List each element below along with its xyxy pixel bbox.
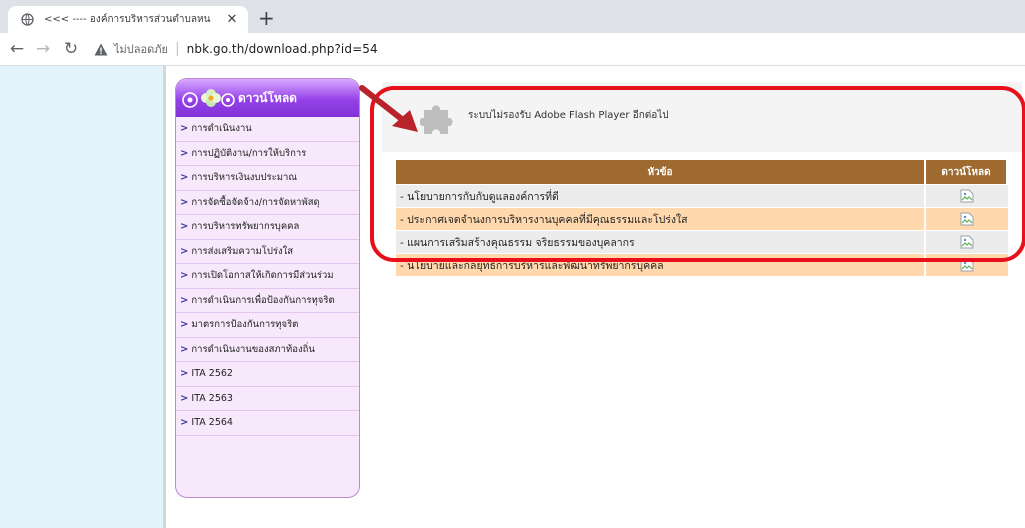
left-background-panel — [0, 66, 163, 528]
sidebar-item-label: การจัดซื้อจัดจ้าง/การจัดหาพัสดุ — [191, 196, 320, 208]
row-title: - นโยบายการกับกับดูแลองค์การที่ดี — [396, 185, 926, 207]
sidebar-item-local-council[interactable]: > การดำเนินงานของสภาท้องถิ่น — [176, 338, 359, 362]
download-table: หัวข้อ ดาวน์โหลด - นโยบายการกับกับดูแลอง… — [396, 159, 1008, 277]
chevron-right-icon: > — [180, 343, 189, 355]
browser-tab-strip: <<< ---- องค์การบริหารส่วนตำบลหน ✕ + — [0, 0, 1025, 33]
back-arrow-icon[interactable]: ← — [6, 38, 28, 60]
sidebar-item-anti-corruption-measures[interactable]: > มาตรการป้องกันการทุจริต — [176, 313, 359, 338]
sidebar-item-label: ITA 2563 — [191, 392, 233, 404]
broken-image-icon[interactable] — [960, 258, 974, 272]
sidebar-item-ita-2563[interactable]: > ITA 2563 — [176, 387, 359, 411]
browser-tab[interactable]: <<< ---- องค์การบริหารส่วนตำบลหน ✕ — [8, 6, 248, 33]
security-label[interactable]: ไม่ปลอดภัย — [114, 40, 168, 58]
sidebar-item-procurement[interactable]: > การจัดซื้อจัดจ้าง/การจัดหาพัสดุ — [176, 191, 359, 215]
sidebar-item-label: การดำเนินการเพื่อป้องกันการทุจริต — [191, 294, 335, 306]
column-header-title: หัวข้อ — [396, 160, 926, 184]
new-tab-icon[interactable]: + — [258, 8, 275, 28]
address-bar[interactable]: ไม่ปลอดภัย | nbk.go.th/download.php?id=5… — [94, 37, 378, 61]
sidebar-item-ita-2562[interactable]: > ITA 2562 — [176, 362, 359, 387]
chevron-right-icon: > — [180, 196, 189, 208]
chevron-right-icon: > — [180, 147, 189, 159]
sidebar-item-label: การบริหารเงินงบประมาณ — [191, 172, 298, 184]
sidebar-item-label: ITA 2564 — [191, 417, 233, 429]
url-text[interactable]: nbk.go.th/download.php?id=54 — [187, 42, 378, 56]
warning-icon[interactable] — [94, 43, 108, 56]
chevron-right-icon: > — [180, 172, 189, 184]
sidebar-item-label: การปฏิบัติงาน/การให้บริการ — [191, 147, 307, 159]
chevron-right-icon: > — [180, 270, 189, 282]
close-tab-icon[interactable]: ✕ — [224, 12, 240, 27]
table-row: - แผนการเสริมสร้างคุณธรรม จริยธรรมของบุค… — [396, 231, 1008, 253]
broken-image-icon[interactable] — [960, 189, 974, 203]
puzzle-plugin-icon — [419, 100, 456, 134]
left-divider — [163, 66, 166, 528]
download-cell — [926, 231, 1008, 253]
table-row: - นโยบายและกลยุทธ์การบริหารและพัฒนาทรัพย… — [396, 254, 1008, 276]
download-cell — [926, 254, 1008, 276]
sidebar-item-budget[interactable]: > การบริหารเงินงบประมาณ — [176, 166, 359, 191]
sidebar-item-transparency[interactable]: > การส่งเสริมความโปร่งใส — [176, 240, 359, 264]
sidebar-item-anti-corruption-actions[interactable]: > การดำเนินการเพื่อป้องกันการทุจริต — [176, 289, 359, 313]
flower-decoration-icon — [180, 84, 236, 112]
sidebar-item-label: มาตรการป้องกันการทุจริต — [191, 319, 299, 331]
broken-image-icon[interactable] — [960, 235, 974, 249]
flash-message: ระบบไม่รองรับ Adobe Flash Player อีกต่อไ… — [468, 110, 669, 121]
reload-icon[interactable]: ↻ — [60, 38, 82, 60]
sidebar-item-services[interactable]: > การปฏิบัติงาน/การให้บริการ — [176, 142, 359, 166]
chevron-right-icon: > — [180, 319, 189, 331]
sidebar-item-ita-2564[interactable]: > ITA 2564 — [176, 411, 359, 436]
sidebar-menu: > การดำเนินงาน > การปฏิบัติงาน/การให้บริกา… — [176, 117, 359, 436]
sidebar-item-label: การดำเนินงานของสภาท้องถิ่น — [191, 343, 315, 355]
sidebar-item-participation[interactable]: > การเปิดโอกาสให้เกิดการมีส่วนร่วม — [176, 264, 359, 289]
row-title: - นโยบายและกลยุทธ์การบริหารและพัฒนาทรัพย… — [396, 254, 926, 276]
chevron-right-icon: > — [180, 221, 189, 233]
broken-image-icon[interactable] — [960, 212, 974, 226]
row-title: - แผนการเสริมสร้างคุณธรรม จริยธรรมของบุค… — [396, 231, 926, 253]
table-row: - นโยบายการกับกับดูแลองค์การที่ดี — [396, 185, 1008, 207]
chevron-right-icon: > — [180, 368, 189, 380]
sidebar-header: ดาวน์โหลด — [176, 79, 359, 117]
forward-arrow-icon[interactable]: → — [32, 38, 54, 60]
sidebar-title: ดาวน์โหลด — [238, 90, 297, 105]
chevron-right-icon: > — [180, 245, 189, 257]
chevron-right-icon: > — [180, 392, 189, 404]
sidebar-item-label: การดำเนินงาน — [191, 123, 252, 135]
sidebar-item-label: การเปิดโอกาสให้เกิดการมีส่วนร่วม — [191, 270, 334, 282]
download-cell — [926, 185, 1008, 207]
chevron-right-icon: > — [180, 123, 189, 135]
chevron-right-icon: > — [180, 417, 189, 429]
globe-icon — [20, 13, 34, 27]
tab-title: <<< ---- องค์การบริหารส่วนตำบลหน — [44, 14, 211, 25]
download-sidebar: ดาวน์โหลด > การดำเนินงาน > การปฏิบัติงาน/ก… — [175, 78, 360, 498]
column-header-download: ดาวน์โหลด — [926, 160, 1008, 184]
sidebar-item-hr[interactable]: > การบริหารทรัพยากรบุคคล — [176, 215, 359, 240]
sidebar-item-label: การบริหารทรัพยากรบุคคล — [191, 221, 300, 233]
sidebar-item-label: การส่งเสริมความโปร่งใส — [191, 245, 294, 257]
page-content: ดาวน์โหลด > การดำเนินงาน > การปฏิบัติงาน/ก… — [0, 66, 1025, 528]
omnibox-divider: | — [174, 41, 180, 57]
row-title: - ประกาศเจตจำนงการบริหารงานบุคคลที่มีคุณ… — [396, 208, 926, 230]
browser-toolbar: ← → ↻ ไม่ปลอดภัย | nbk.go.th/download.ph… — [0, 33, 1025, 66]
sidebar-item-label: ITA 2562 — [191, 368, 233, 380]
table-row: - ประกาศเจตจำนงการบริหารงานบุคคลที่มีคุณ… — [396, 208, 1008, 230]
chevron-right-icon: > — [180, 294, 189, 306]
flash-plugin-notice: ระบบไม่รองรับ Adobe Flash Player อีกต่อไ… — [382, 82, 1022, 152]
sidebar-item-operations[interactable]: > การดำเนินงาน — [176, 117, 359, 142]
table-header-row: หัวข้อ ดาวน์โหลด — [396, 160, 1008, 184]
download-cell — [926, 208, 1008, 230]
